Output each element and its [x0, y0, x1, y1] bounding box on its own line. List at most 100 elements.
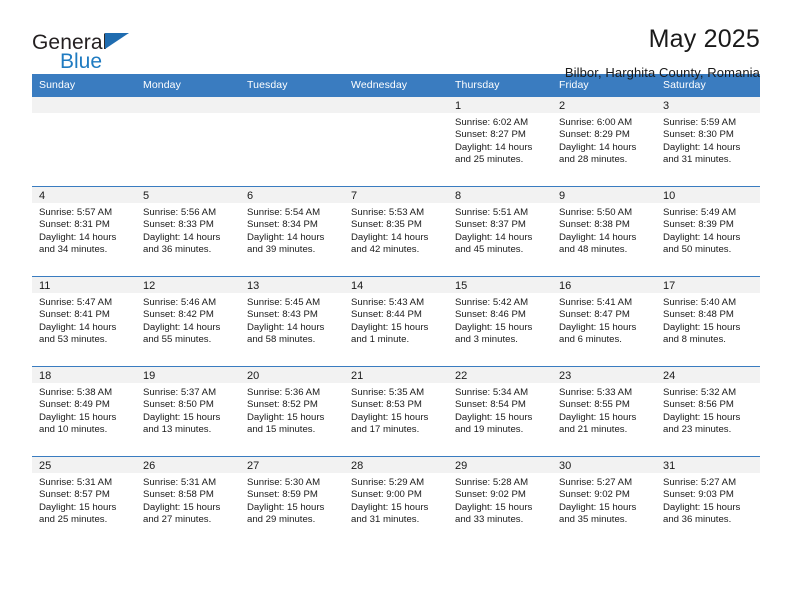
calendar-day-cell[interactable]: 16 Sunrise: 5:41 AM Sunset: 8:47 PM Dayligh…: [552, 276, 656, 367]
sunset-text: Sunset: 8:58 PM: [143, 489, 214, 501]
calendar-day-cell[interactable]: 17 Sunrise: 5:40 AM Sunset: 8:48 PM Dayligh…: [656, 276, 760, 367]
sunset-text: Sunset: 8:50 PM: [143, 399, 214, 411]
daylight-text: Daylight: 14 hours and 42 minutes.: [351, 231, 429, 256]
day-details: Sunrise: 5:33 AM Sunset: 8:55 PM Daylight:…: [552, 383, 656, 437]
day-details: Sunrise: 5:43 AM Sunset: 8:44 PM Daylight:…: [344, 293, 448, 347]
calendar-day-cell[interactable]: 28 Sunrise: 5:29 AM Sunset: 9:00 PM Dayligh…: [344, 456, 448, 546]
calendar-day-cell[interactable]: 27 Sunrise: 5:30 AM Sunset: 8:59 PM Dayligh…: [240, 456, 344, 546]
daylight-text: Daylight: 14 hours and 50 minutes.: [663, 231, 741, 256]
sunset-text: Sunset: 9:02 PM: [455, 489, 526, 501]
day-number: 27: [240, 457, 344, 473]
weekday-header-thursday: Thursday: [448, 74, 552, 97]
calendar-day-cell[interactable]: 5 Sunrise: 5:56 AM Sunset: 8:33 PM Daylight…: [136, 186, 240, 277]
sunset-text: Sunset: 8:43 PM: [247, 309, 318, 321]
sunrise-text: Sunrise: 5:41 AM: [559, 297, 633, 308]
day-details: Sunrise: 5:35 AM Sunset: 8:53 PM Daylight:…: [344, 383, 448, 437]
calendar-cell-empty: [240, 96, 344, 187]
calendar-day-cell[interactable]: 18 Sunrise: 5:38 AM Sunset: 8:49 PM Dayligh…: [32, 366, 136, 457]
day-details: Sunrise: 5:59 AM Sunset: 8:30 PM Daylight:…: [656, 113, 760, 167]
calendar-day-cell[interactable]: 29 Sunrise: 5:28 AM Sunset: 9:02 PM Dayligh…: [448, 456, 552, 546]
sunset-text: Sunset: 8:30 PM: [663, 129, 734, 141]
day-number: 1: [448, 97, 552, 113]
calendar-week-row: 25 Sunrise: 5:31 AM Sunset: 8:57 PM Dayligh…: [32, 456, 760, 546]
sunrise-text: Sunrise: 5:54 AM: [247, 207, 321, 218]
calendar-day-cell[interactable]: 2 Sunrise: 6:00 AM Sunset: 8:29 PM Daylight…: [552, 96, 656, 187]
sunset-text: Sunset: 8:47 PM: [559, 309, 630, 321]
sunset-text: Sunset: 8:42 PM: [143, 309, 214, 321]
weekday-header-tuesday: Tuesday: [240, 74, 344, 97]
weekday-header-sunday: Sunday: [32, 74, 136, 97]
daylight-text: Daylight: 14 hours and 53 minutes.: [39, 321, 117, 346]
calendar-day-cell[interactable]: 4 Sunrise: 5:57 AM Sunset: 8:31 PM Daylight…: [32, 186, 136, 277]
daylight-text: Daylight: 14 hours and 39 minutes.: [247, 231, 325, 256]
day-number: 26: [136, 457, 240, 473]
sunrise-text: Sunrise: 5:59 AM: [663, 117, 737, 128]
sunrise-text: Sunrise: 5:30 AM: [247, 477, 321, 488]
calendar-day-cell[interactable]: 6 Sunrise: 5:54 AM Sunset: 8:34 PM Daylight…: [240, 186, 344, 277]
calendar-day-cell[interactable]: 30 Sunrise: 5:27 AM Sunset: 9:02 PM Dayligh…: [552, 456, 656, 546]
calendar-day-cell[interactable]: 21 Sunrise: 5:35 AM Sunset: 8:53 PM Dayligh…: [344, 366, 448, 457]
calendar-day-cell[interactable]: 26 Sunrise: 5:31 AM Sunset: 8:58 PM Dayligh…: [136, 456, 240, 546]
day-number: 30: [552, 457, 656, 473]
daylight-text: Daylight: 15 hours and 13 minutes.: [143, 411, 221, 436]
daylight-text: Daylight: 15 hours and 33 minutes.: [455, 501, 533, 526]
calendar-cell-empty: [344, 96, 448, 187]
sunrise-text: Sunrise: 5:40 AM: [663, 297, 737, 308]
sunset-text: Sunset: 8:31 PM: [39, 219, 110, 231]
calendar-day-cell[interactable]: 19 Sunrise: 5:37 AM Sunset: 8:50 PM Dayligh…: [136, 366, 240, 457]
sunset-text: Sunset: 8:29 PM: [559, 129, 630, 141]
calendar-day-cell[interactable]: 24 Sunrise: 5:32 AM Sunset: 8:56 PM Dayligh…: [656, 366, 760, 457]
day-number: 6: [240, 187, 344, 203]
calendar-day-cell[interactable]: 22 Sunrise: 5:34 AM Sunset: 8:54 PM Dayligh…: [448, 366, 552, 457]
daylight-text: Daylight: 14 hours and 45 minutes.: [455, 231, 533, 256]
sunrise-text: Sunrise: 5:56 AM: [143, 207, 217, 218]
calendar-day-cell[interactable]: 14 Sunrise: 5:43 AM Sunset: 8:44 PM Dayligh…: [344, 276, 448, 367]
day-number: 7: [344, 187, 448, 203]
calendar-week-row: 1 Sunrise: 6:02 AM Sunset: 8:27 PM Daylight…: [32, 96, 760, 187]
calendar-day-cell[interactable]: 1 Sunrise: 6:02 AM Sunset: 8:27 PM Daylight…: [448, 96, 552, 187]
calendar-day-cell[interactable]: 31 Sunrise: 5:27 AM Sunset: 9:03 PM Dayligh…: [656, 456, 760, 546]
calendar-day-cell[interactable]: 25 Sunrise: 5:31 AM Sunset: 8:57 PM Dayligh…: [32, 456, 136, 546]
day-details: [344, 113, 448, 177]
daylight-text: Daylight: 15 hours and 10 minutes.: [39, 411, 117, 436]
sunset-text: Sunset: 8:46 PM: [455, 309, 526, 321]
day-details: Sunrise: 5:41 AM Sunset: 8:47 PM Daylight:…: [552, 293, 656, 347]
daylight-text: Daylight: 14 hours and 31 minutes.: [663, 141, 741, 166]
calendar-day-cell[interactable]: 8 Sunrise: 5:51 AM Sunset: 8:37 PM Daylight…: [448, 186, 552, 277]
title-block: May 2025 Bilbor, Harghita County, Romani…: [565, 25, 760, 79]
day-details: [240, 113, 344, 177]
day-number: 8: [448, 187, 552, 203]
day-number: 5: [136, 187, 240, 203]
day-number: 23: [552, 367, 656, 383]
calendar-day-cell[interactable]: 13 Sunrise: 5:45 AM Sunset: 8:43 PM Dayligh…: [240, 276, 344, 367]
sunset-text: Sunset: 8:55 PM: [559, 399, 630, 411]
day-number: 10: [656, 187, 760, 203]
daylight-text: Daylight: 15 hours and 17 minutes.: [351, 411, 429, 436]
calendar-day-cell[interactable]: 7 Sunrise: 5:53 AM Sunset: 8:35 PM Daylight…: [344, 186, 448, 277]
sunrise-text: Sunrise: 5:32 AM: [663, 387, 737, 398]
day-details: Sunrise: 5:36 AM Sunset: 8:52 PM Daylight:…: [240, 383, 344, 437]
day-details: Sunrise: 5:51 AM Sunset: 8:37 PM Daylight:…: [448, 203, 552, 257]
calendar-day-cell[interactable]: 3 Sunrise: 5:59 AM Sunset: 8:30 PM Daylight…: [656, 96, 760, 187]
day-details: Sunrise: 5:49 AM Sunset: 8:39 PM Daylight:…: [656, 203, 760, 257]
day-number: 20: [240, 367, 344, 383]
calendar-day-cell[interactable]: 15 Sunrise: 5:42 AM Sunset: 8:46 PM Dayligh…: [448, 276, 552, 367]
sunset-text: Sunset: 8:35 PM: [351, 219, 422, 231]
day-number: 15: [448, 277, 552, 293]
calendar-day-cell[interactable]: 23 Sunrise: 5:33 AM Sunset: 8:55 PM Dayligh…: [552, 366, 656, 457]
daylight-text: Daylight: 15 hours and 31 minutes.: [351, 501, 429, 526]
day-number: 16: [552, 277, 656, 293]
day-details: Sunrise: 5:57 AM Sunset: 8:31 PM Daylight:…: [32, 203, 136, 257]
calendar-day-cell[interactable]: 20 Sunrise: 5:36 AM Sunset: 8:52 PM Dayligh…: [240, 366, 344, 457]
calendar-day-cell[interactable]: 11 Sunrise: 5:47 AM Sunset: 8:41 PM Dayligh…: [32, 276, 136, 367]
calendar-day-cell[interactable]: 12 Sunrise: 5:46 AM Sunset: 8:42 PM Dayligh…: [136, 276, 240, 367]
page-title: May 2025: [648, 25, 760, 53]
generalblue-logo[interactable]: General Blue: [32, 26, 152, 74]
day-details: Sunrise: 5:28 AM Sunset: 9:02 PM Daylight:…: [448, 473, 552, 527]
day-details: Sunrise: 5:54 AM Sunset: 8:34 PM Daylight:…: [240, 203, 344, 257]
calendar-day-cell[interactable]: 10 Sunrise: 5:49 AM Sunset: 8:39 PM Dayligh…: [656, 186, 760, 277]
day-details: Sunrise: 5:30 AM Sunset: 8:59 PM Daylight:…: [240, 473, 344, 527]
day-number: 29: [448, 457, 552, 473]
day-details: Sunrise: 5:32 AM Sunset: 8:56 PM Daylight:…: [656, 383, 760, 437]
calendar-day-cell[interactable]: 9 Sunrise: 5:50 AM Sunset: 8:38 PM Daylight…: [552, 186, 656, 277]
